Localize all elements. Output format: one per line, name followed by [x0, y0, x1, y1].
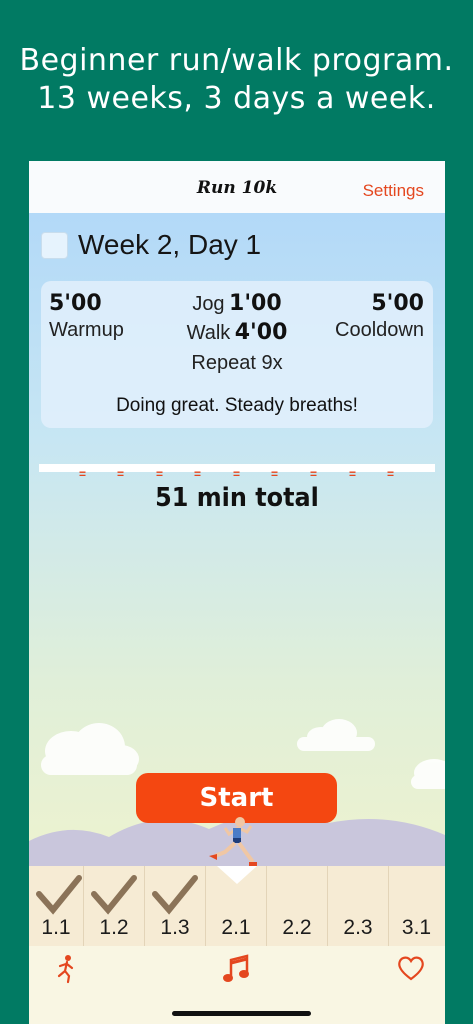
music-note-icon[interactable]: [222, 954, 250, 984]
workout-timeline: = = = = = = = = =: [39, 464, 435, 480]
cloud-right: [297, 719, 375, 751]
day-tile[interactable]: 2.3: [328, 866, 389, 946]
interval-marker: =: [310, 467, 318, 481]
selected-day-pointer: [217, 866, 257, 884]
cooldown-time: 5'00: [371, 291, 424, 316]
day-tile[interactable]: 3.1: [389, 866, 444, 946]
interval-marker: =: [79, 467, 87, 481]
walk-time: 4'00: [234, 320, 288, 345]
day-complete-checkbox[interactable]: [41, 231, 68, 259]
interval-marker: =: [387, 467, 395, 481]
interval-marker: =: [349, 467, 357, 481]
interval-marker: =: [233, 467, 241, 481]
promo-line-1: Beginner run/walk program.: [19, 43, 454, 78]
day-tile-label: 1.3: [160, 916, 190, 939]
day-tile[interactable]: 1.2: [84, 866, 145, 946]
cooldown-block: 5'00 Cooldown: [335, 291, 424, 343]
cooldown-label: Cooldown: [335, 319, 424, 341]
jog-label: Jog: [192, 293, 225, 315]
day-tile-label: 2.1: [221, 916, 251, 939]
day-tile-label: 2.3: [343, 916, 373, 939]
runner-icon[interactable]: [55, 954, 77, 984]
app-screen: Run 10k Settings Week 2, Day 1 5'00 Warm…: [29, 161, 445, 1024]
walk-label: Walk: [186, 322, 231, 344]
total-duration: 51 min total: [155, 483, 319, 513]
home-indicator: [172, 1011, 311, 1016]
checkmark-icon: [152, 875, 198, 915]
checkmark-icon: [36, 875, 82, 915]
settings-button[interactable]: Settings: [363, 181, 424, 201]
heart-icon[interactable]: [396, 954, 426, 982]
interval-marker: =: [271, 467, 279, 481]
day-tile-label: 1.1: [41, 916, 71, 939]
day-tile-label: 2.2: [282, 916, 312, 939]
nav-bar: Run 10k Settings: [29, 161, 445, 213]
day-header: Week 2, Day 1: [41, 229, 261, 261]
interval-marker: =: [117, 467, 125, 481]
repeat-label: Repeat 9x: [191, 352, 283, 374]
day-tile-label: 1.2: [99, 916, 129, 939]
interval-marker: =: [194, 467, 202, 481]
runner-illustration: [209, 817, 257, 866]
jog-time: 1'00: [229, 291, 282, 316]
day-tile[interactable]: 1.3: [145, 866, 206, 946]
day-title: Week 2, Day 1: [78, 229, 262, 260]
promo-line-2: 13 weeks, 3 days a week.: [37, 81, 436, 116]
day-tile[interactable]: 1.1: [29, 866, 84, 946]
checkmark-icon: [91, 875, 137, 915]
cloud-left: [41, 723, 139, 775]
cloud-edge: [411, 759, 445, 789]
workout-card: 5'00 Warmup Jog 1'00 Walk 4'00 5'00 Cool…: [41, 281, 433, 428]
day-tile[interactable]: 2.2: [267, 866, 328, 946]
promo-headline: Beginner run/walk program. 13 weeks, 3 d…: [0, 42, 473, 118]
encouragement-text: Doing great. Steady breaths!: [116, 395, 358, 416]
day-tile-label: 3.1: [401, 916, 432, 939]
interval-marker: =: [156, 467, 164, 481]
